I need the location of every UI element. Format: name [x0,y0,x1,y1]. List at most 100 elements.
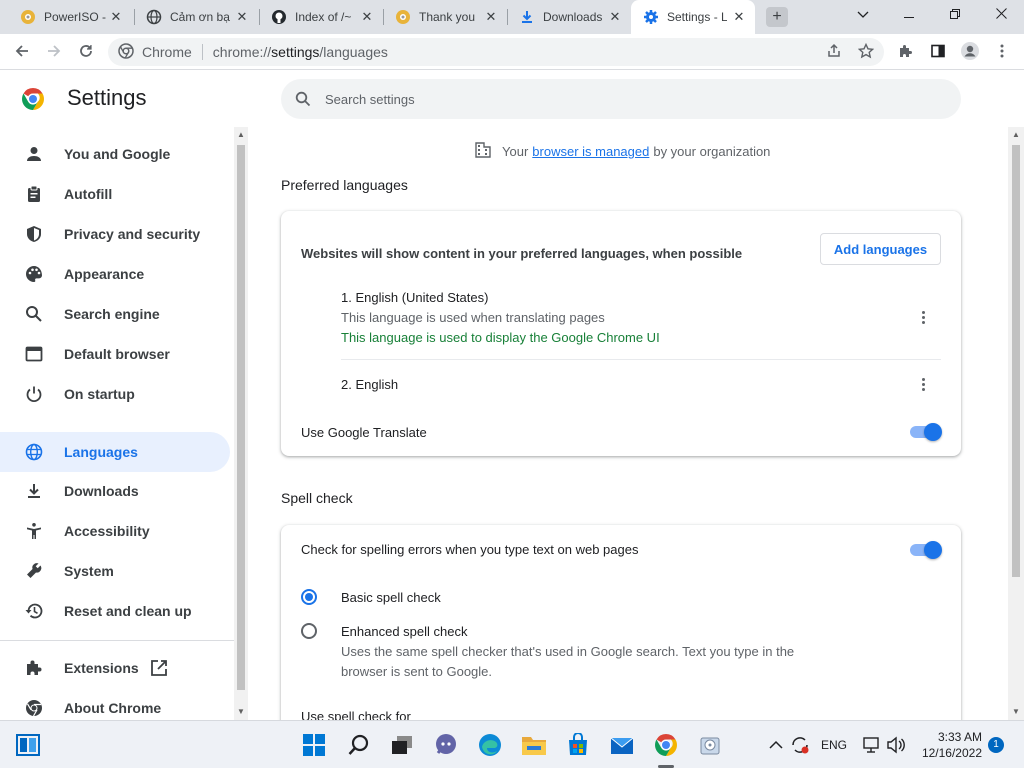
settings-sidebar: You and Google Autofill Privacy and secu… [0,127,234,720]
microsoft-store-icon[interactable] [564,731,592,759]
scroll-up-arrow[interactable]: ▲ [1012,131,1020,139]
sidebar-item-label: Search engine [64,306,160,322]
basic-spell-radio[interactable] [301,589,317,605]
new-tab-button[interactable]: + [766,7,788,27]
sidebar-item-autofill[interactable]: Autofill [0,174,230,214]
chrome-taskbar-icon[interactable] [652,731,680,759]
share-button[interactable] [820,39,848,67]
sidebar-scrollbar[interactable]: ▲ ▼ [234,127,248,720]
back-button[interactable] [8,39,36,67]
file-explorer-icon[interactable] [520,731,548,759]
sidebar-item-label: Autofill [64,186,113,202]
tab-poweriso[interactable]: PowerISO - ✕ [8,0,132,34]
sidebar-divider [0,640,234,641]
tab-search-button[interactable] [840,0,886,30]
sidebar-item-default-browser[interactable]: Default browser [0,334,230,374]
chrome-logo-icon [21,87,45,111]
clipboard-icon [24,184,44,204]
managed-prefix: Your [502,144,529,159]
edge-icon[interactable] [476,731,504,759]
input-language-indicator[interactable]: ENG [821,738,847,752]
tab-downloads[interactable]: Downloads ✕ [507,0,631,34]
sidebar-item-reset[interactable]: Reset and clean up [0,591,230,631]
preferred-description: Websites will show content in your prefe… [301,246,743,261]
sidebar-item-privacy[interactable]: Privacy and security [0,214,230,254]
scroll-up-arrow[interactable]: ▲ [237,131,245,139]
scrollbar-thumb[interactable] [1012,145,1020,577]
puzzle-icon [898,43,914,64]
close-icon[interactable]: ✕ [234,9,250,25]
tab-settings[interactable]: Settings - L ✕ [631,0,755,34]
language-menu-button[interactable] [913,307,933,327]
task-view-icon[interactable] [388,731,416,759]
system-clock[interactable]: 3:33 AM 12/16/2022 [912,729,982,761]
sidebar-item-search-engine[interactable]: Search engine [0,294,230,334]
sidebar-item-extensions[interactable]: Extensions [0,648,230,688]
enhanced-spell-radio[interactable] [301,623,317,639]
sidebar-item-label: Appearance [64,266,145,282]
scroll-down-arrow[interactable]: ▼ [237,708,245,716]
address-bar[interactable]: Chrome chrome://settings/languages [108,38,884,66]
close-icon[interactable]: ✕ [731,9,747,25]
close-icon[interactable]: ✕ [483,9,499,25]
sidebar-item-label: About Chrome [64,700,162,716]
sidebar-item-on-startup[interactable]: On startup [0,374,230,414]
accessibility-icon [24,521,44,541]
tab-index-of[interactable]: Index of /~ ✕ [259,0,383,34]
scrollbar-thumb[interactable] [237,145,245,690]
sidebar-item-accessibility[interactable]: Accessibility [0,511,230,551]
search-icon[interactable] [345,731,373,759]
language-name: 2. English [341,377,399,392]
scroll-down-arrow[interactable]: ▼ [1012,708,1020,716]
translate-toggle[interactable] [910,423,942,441]
site-info-chip[interactable]: Chrome [118,42,192,62]
chrome-icon [24,698,44,718]
spell-check-toggle[interactable] [910,541,942,559]
sidebar-item-system[interactable]: System [0,551,230,591]
bookmark-button[interactable] [852,39,880,67]
sync-status-icon[interactable] [786,731,814,759]
menu-button[interactable] [988,39,1016,67]
profile-button[interactable] [956,39,984,67]
github-icon [271,9,287,25]
forward-button[interactable] [40,39,68,67]
sidebar-item-languages[interactable]: Languages [0,432,230,472]
settings-search[interactable] [281,79,961,119]
reload-icon [78,43,94,64]
windows-start-icon[interactable] [300,731,328,759]
teams-chat-icon[interactable] [432,731,460,759]
mail-icon[interactable] [608,731,636,759]
restore-button[interactable] [932,0,978,30]
history-icon [24,601,44,621]
close-icon[interactable]: ✕ [359,9,375,25]
close-window-button[interactable] [978,0,1024,30]
search-icon [24,304,44,324]
installer-app-icon[interactable] [696,731,724,759]
translate-label: Use Google Translate [301,425,427,440]
extensions-button[interactable] [892,39,920,67]
search-input[interactable] [325,91,925,107]
close-icon[interactable]: ✕ [607,9,623,25]
main-scrollbar[interactable]: ▲ ▼ [1008,127,1024,720]
sidebar-item-label: Reset and clean up [64,603,192,619]
show-desktop-icon[interactable] [14,731,42,759]
sidebar-item-label: Languages [64,444,138,460]
share-icon [826,43,842,64]
managed-link[interactable]: browser is managed [532,144,649,159]
reload-button[interactable] [72,39,100,67]
tab-thank-you[interactable]: Thank you ✕ [383,0,507,34]
volume-icon[interactable] [882,731,910,759]
language-menu-button[interactable] [913,374,933,394]
sidebar-item-downloads[interactable]: Downloads [0,471,230,511]
close-icon[interactable]: ✕ [108,9,124,25]
minimize-button[interactable] [886,0,932,30]
sidebar-item-you-and-google[interactable]: You and Google [0,134,230,174]
notification-badge[interactable]: 1 [988,737,1004,753]
side-panel-button[interactable] [924,39,952,67]
add-languages-button[interactable]: Add languages [820,233,941,265]
poweriso-icon [20,9,36,25]
sidebar-item-label: On startup [64,386,135,402]
tab-cam-on[interactable]: Cảm ơn bạ ✕ [134,0,258,34]
sidebar-item-appearance[interactable]: Appearance [0,254,230,294]
power-icon [24,384,44,404]
